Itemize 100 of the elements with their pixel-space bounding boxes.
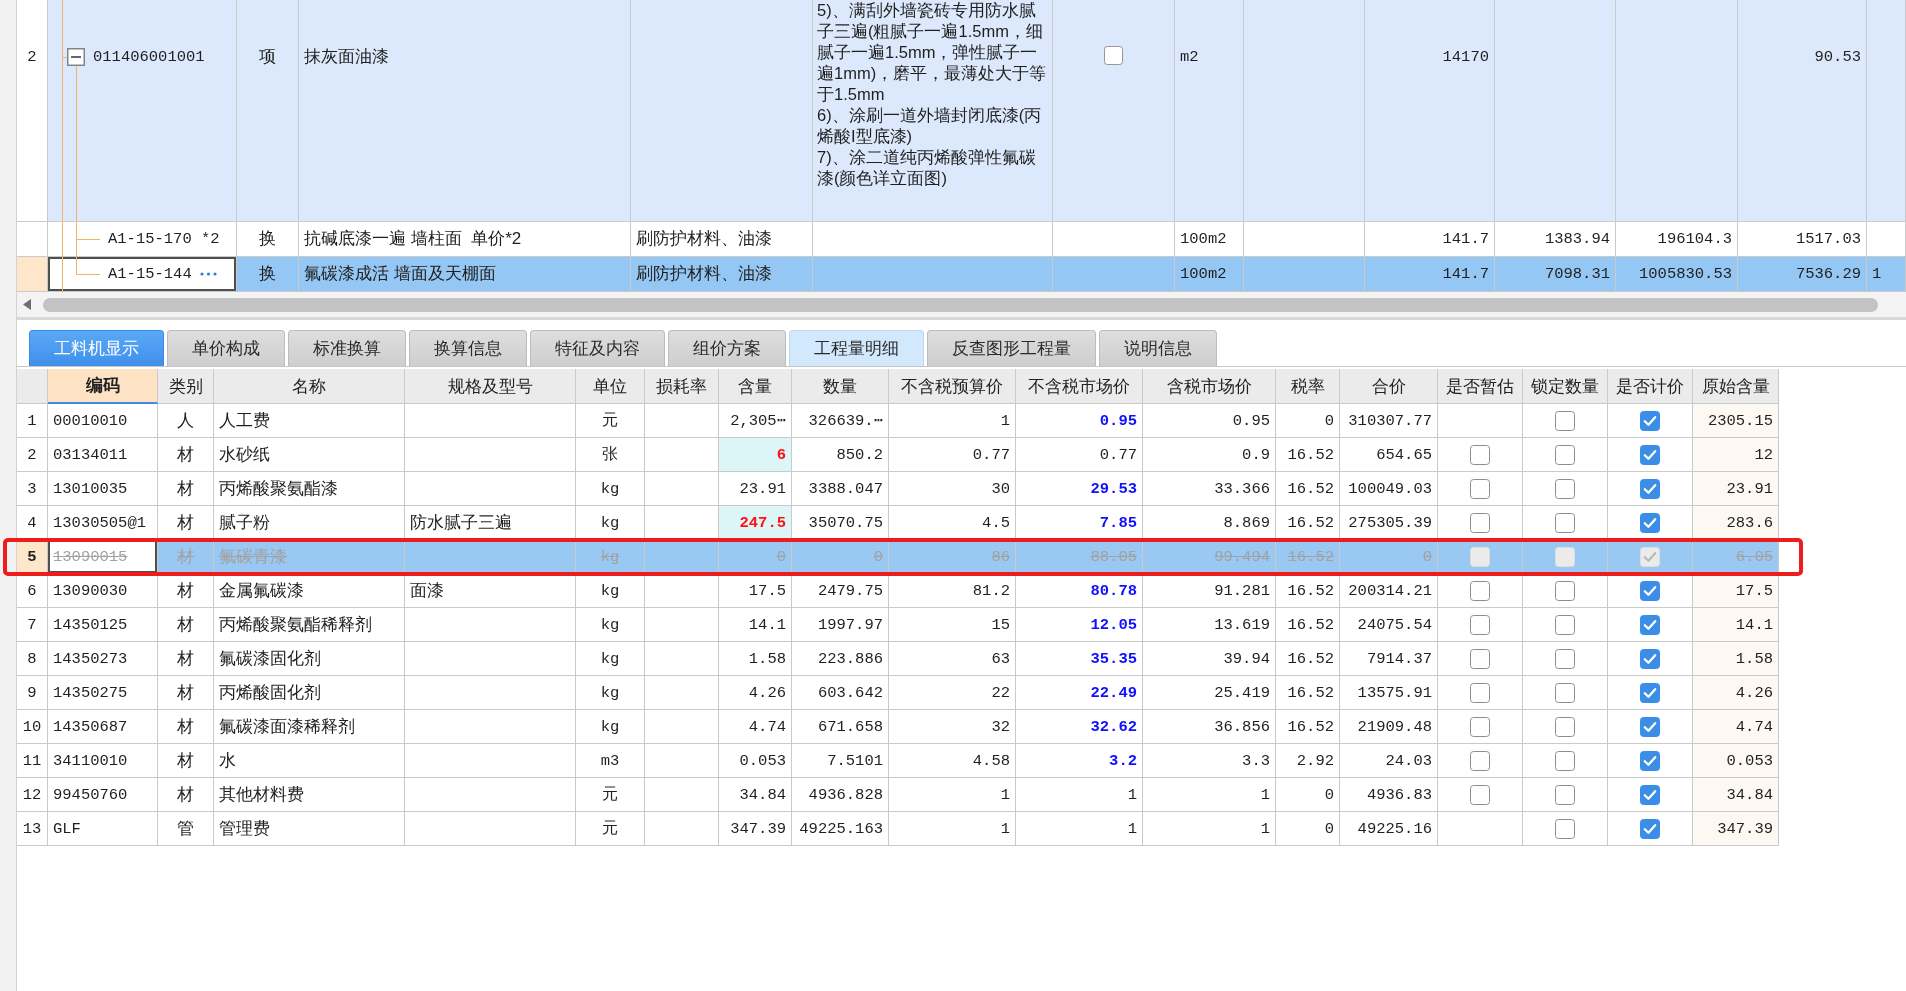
checkbox[interactable] bbox=[1640, 478, 1660, 499]
left-arrow-icon[interactable] bbox=[23, 299, 31, 310]
column-header[interactable]: 是否暂估 bbox=[1438, 369, 1523, 404]
row-number[interactable]: 7 bbox=[17, 608, 48, 642]
checkbox[interactable] bbox=[1470, 750, 1490, 771]
table-cell: kg bbox=[576, 540, 645, 574]
checkbox[interactable] bbox=[1470, 512, 1490, 533]
table-cell: 347.39 bbox=[719, 812, 792, 846]
checkbox[interactable] bbox=[1470, 478, 1490, 499]
row-number[interactable]: 11 bbox=[17, 744, 48, 778]
checkbox[interactable] bbox=[1555, 648, 1575, 669]
tab[interactable]: 单价构成 bbox=[167, 330, 285, 366]
checkbox[interactable] bbox=[1470, 648, 1490, 669]
checkbox[interactable] bbox=[1555, 682, 1575, 703]
table-row[interactable]: 11 34110010 材 水 m3 0.053 7.5101 4.58 3.2 3.3 2.92 24.03 0.053 bbox=[17, 744, 1779, 778]
table-cell: 4.5 bbox=[889, 506, 1016, 540]
row-number[interactable]: 12 bbox=[17, 778, 48, 812]
row-number[interactable]: 8 bbox=[17, 642, 48, 676]
row-number[interactable]: 13 bbox=[17, 812, 48, 846]
checkbox[interactable] bbox=[1555, 580, 1575, 601]
column-header[interactable]: 单位 bbox=[576, 369, 645, 404]
column-header[interactable]: 数量 bbox=[792, 369, 889, 404]
collapse-toggle[interactable] bbox=[67, 48, 85, 66]
table-row[interactable]: 2 011406001001 项 抹灰面油漆 5)、满刮外墙瓷砖专用防水腻子三遍(粗腻子一遍1.5mm，细腻子一遍1.5mm，弹性腻子一遍1mm)，磨平，最薄处大于等于1.5mm 6)、涂刷一道外墙封闭底漆(丙烯酸I型底漆) 7)、涂二道纯丙烯酸弹性氟碳漆(颜色详立面图) m2 14170 90.53 bbox=[17, 0, 1906, 222]
column-header[interactable]: 类别 bbox=[158, 369, 214, 404]
tab[interactable]: 组价方案 bbox=[668, 330, 786, 366]
row-number[interactable]: 10 bbox=[17, 710, 48, 744]
checkbox[interactable] bbox=[1640, 716, 1660, 737]
table-row[interactable]: 10 14350687 材 氟碳漆面漆稀释剂 kg 4.74 671.658 32 32.62 36.856 16.52 21909.48 4.74 bbox=[17, 710, 1779, 744]
row-header[interactable]: 2 bbox=[17, 0, 48, 222]
column-header[interactable]: 不含税市场价 bbox=[1016, 369, 1143, 404]
tab[interactable]: 特征及内容 bbox=[530, 330, 665, 366]
table-cell: 0 bbox=[792, 540, 889, 574]
more-icon[interactable] bbox=[200, 272, 217, 276]
row-number[interactable]: 3 bbox=[17, 472, 48, 506]
checkbox[interactable] bbox=[1640, 512, 1660, 533]
checkbox[interactable] bbox=[1640, 444, 1660, 465]
column-header[interactable]: 合价 bbox=[1340, 369, 1438, 404]
table-row[interactable]: 12 99450760 材 其他材料费 元 34.84 4936.828 1 1 1 0 4936.83 34.84 bbox=[17, 778, 1779, 812]
table-row[interactable]: 6 13090030 材 金属氟碳漆 面漆 kg 17.5 2479.75 81.2 80.78 91.281 16.52 200314.21 17.5 bbox=[17, 574, 1779, 608]
horizontal-scrollbar[interactable] bbox=[17, 292, 1906, 320]
tab[interactable]: 说明信息 bbox=[1099, 330, 1217, 366]
code-editor[interactable]: A1-15-144 bbox=[48, 257, 237, 292]
checkbox[interactable] bbox=[1555, 784, 1575, 805]
row-number[interactable]: 9 bbox=[17, 676, 48, 710]
column-header[interactable]: 锁定数量 bbox=[1523, 369, 1608, 404]
checkbox[interactable] bbox=[1470, 784, 1490, 805]
column-header[interactable]: 名称 bbox=[214, 369, 405, 404]
checkbox[interactable] bbox=[1640, 750, 1660, 771]
column-header[interactable]: 损耗率 bbox=[645, 369, 719, 404]
checkbox[interactable] bbox=[1104, 46, 1123, 65]
column-header[interactable]: 税率 bbox=[1276, 369, 1340, 404]
checkbox[interactable] bbox=[1555, 444, 1575, 465]
column-header[interactable]: 编码 bbox=[48, 369, 158, 404]
row-number[interactable]: 6 bbox=[17, 574, 48, 608]
tab[interactable]: 换算信息 bbox=[409, 330, 527, 366]
table-row[interactable]: 9 14350275 材 丙烯酸固化剂 kg 4.26 603.642 22 22.49 25.419 16.52 13575.91 4.26 bbox=[17, 676, 1779, 710]
scrollbar-thumb[interactable] bbox=[43, 297, 1878, 312]
checkbox[interactable] bbox=[1640, 784, 1660, 805]
checkbox[interactable] bbox=[1555, 818, 1575, 839]
table-row[interactable]: 3 13010035 材 丙烯酸聚氨酯漆 kg 23.91 3388.047 30 29.53 33.366 16.52 100049.03 23.91 bbox=[17, 472, 1779, 506]
row-number[interactable]: 2 bbox=[17, 438, 48, 472]
table-cell: 16.52 bbox=[1276, 506, 1340, 540]
checkbox[interactable] bbox=[1640, 818, 1660, 839]
checkbox[interactable] bbox=[1640, 682, 1660, 703]
table-cell: 8.869 bbox=[1143, 506, 1276, 540]
column-header[interactable]: 含量 bbox=[719, 369, 792, 404]
checkbox[interactable] bbox=[1555, 478, 1575, 499]
table-row[interactable]: 2 03134011 材 水砂纸 张 6 850.2 0.77 0.77 0.9 16.52 654.65 12 bbox=[17, 438, 1779, 472]
table-cell: 材 bbox=[158, 540, 214, 574]
row-number[interactable]: 1 bbox=[17, 404, 48, 438]
checkbox[interactable] bbox=[1470, 682, 1490, 703]
checkbox[interactable] bbox=[1555, 750, 1575, 771]
checkbox[interactable] bbox=[1470, 614, 1490, 635]
column-header[interactable]: 不含税预算价 bbox=[889, 369, 1016, 404]
checkbox[interactable] bbox=[1470, 580, 1490, 601]
checkbox[interactable] bbox=[1555, 716, 1575, 737]
checkbox[interactable] bbox=[1470, 444, 1490, 465]
column-header[interactable]: 原始含量 bbox=[1693, 369, 1779, 404]
checkbox[interactable] bbox=[1555, 512, 1575, 533]
column-header[interactable]: 是否计价 bbox=[1608, 369, 1693, 404]
table-row[interactable]: 7 14350125 材 丙烯酸聚氨酯稀释剂 kg 14.1 1997.97 15 12.05 13.619 16.52 24075.54 14.1 bbox=[17, 608, 1779, 642]
column-header[interactable]: 含税市场价 bbox=[1143, 369, 1276, 404]
tab[interactable]: 标准换算 bbox=[288, 330, 406, 366]
checkbox[interactable] bbox=[1640, 580, 1660, 601]
checkbox[interactable] bbox=[1470, 716, 1490, 737]
column-header[interactable]: 规格及型号 bbox=[405, 369, 576, 404]
tab[interactable]: 工程量明细 bbox=[789, 330, 924, 366]
table-row[interactable]: A1-15-170 *2 换 抗碱底漆一遍 墙柱面 单价*2 刷防护材料、油漆 100m2 141.7 1383.94 196104.3 1517.03 bbox=[17, 222, 1906, 257]
table-row[interactable]: 13 GLF 管 管理费 元 347.39 49225.163 1 1 1 0 49225.16 347.39 bbox=[17, 812, 1779, 846]
checkbox[interactable] bbox=[1640, 614, 1660, 635]
checkbox[interactable] bbox=[1640, 410, 1660, 431]
tab[interactable]: 反查图形工程量 bbox=[927, 330, 1096, 366]
checkbox[interactable] bbox=[1555, 614, 1575, 635]
checkbox[interactable] bbox=[1640, 648, 1660, 669]
table-cell: 0.053 bbox=[1693, 744, 1779, 778]
checkbox[interactable] bbox=[1555, 410, 1575, 431]
table-row[interactable]: 1 00010010 人 人工费 元 2,305⋯ 326639.⋯ 1 0.95 0.95 0 310307.77 2305.15 bbox=[17, 404, 1779, 438]
table-row[interactable]: 8 14350273 材 氟碳漆固化剂 kg 1.58 223.886 63 35.35 39.94 16.52 7914.37 1.58 bbox=[17, 642, 1779, 676]
table-row[interactable]: A1-15-144 换 氟碳漆成活 墙面及天棚面 刷防护材料、油漆 100m2 141.7 7098.31 1005830.53 7536.29 1 bbox=[17, 257, 1906, 292]
